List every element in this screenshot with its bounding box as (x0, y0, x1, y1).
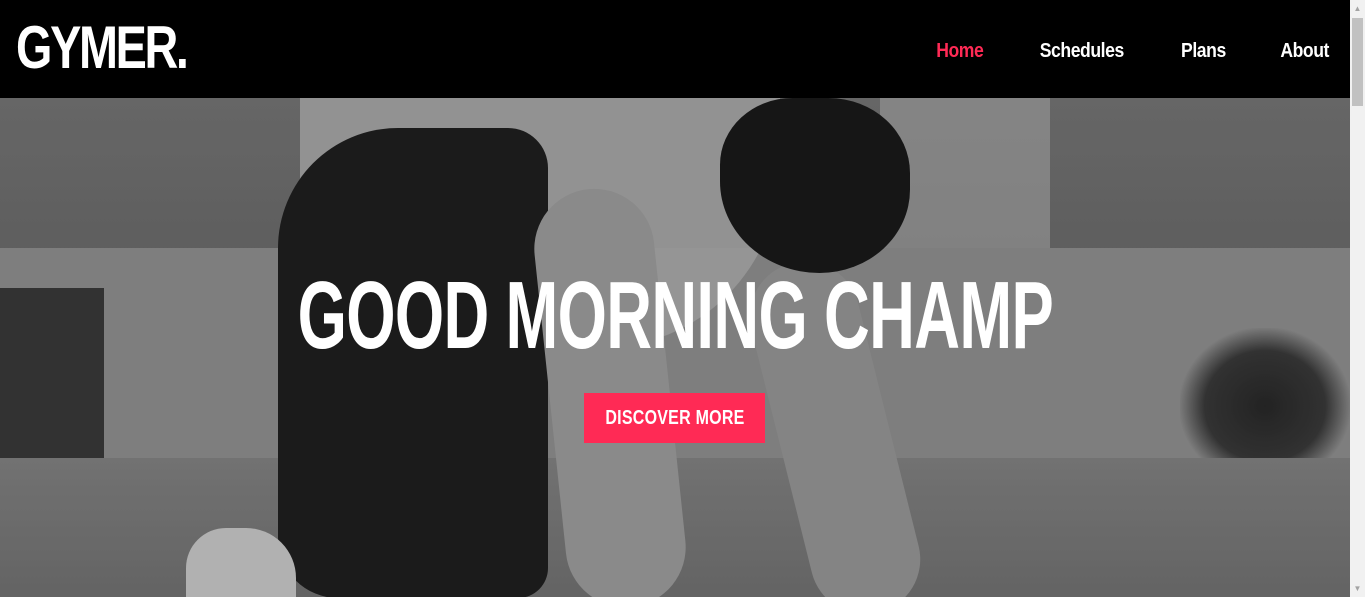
hero-title-text: GOOD MORNING CHAMP (297, 262, 1053, 369)
page-scrollbar[interactable]: ▲ ▼ (1350, 0, 1365, 597)
arrow-up-icon[interactable]: ▲ (1350, 0, 1365, 17)
nav-item-plans[interactable]: Plans (1181, 40, 1226, 63)
nav-item-schedules[interactable]: Schedules (1040, 40, 1125, 63)
hero-section: GOOD MORNING CHAMP DISCOVER MORE (0, 98, 1350, 597)
site-logo[interactable]: GYMER. (16, 18, 189, 78)
main-nav: Home Schedules Plans About (933, 40, 1332, 63)
scrollbar-thumb[interactable] (1352, 18, 1363, 106)
page: GYMER. Home Schedules Plans About GOOD M… (0, 0, 1365, 597)
nav-item-home[interactable]: Home (936, 40, 984, 63)
arrow-down-icon[interactable]: ▼ (1350, 580, 1365, 597)
site-header: GYMER. Home Schedules Plans About (0, 0, 1350, 98)
discover-more-button[interactable]: DISCOVER MORE (584, 393, 765, 443)
nav-item-about[interactable]: About (1280, 40, 1329, 63)
hero-title: GOOD MORNING CHAMP (0, 266, 1350, 366)
discover-more-label: DISCOVER MORE (604, 406, 745, 429)
